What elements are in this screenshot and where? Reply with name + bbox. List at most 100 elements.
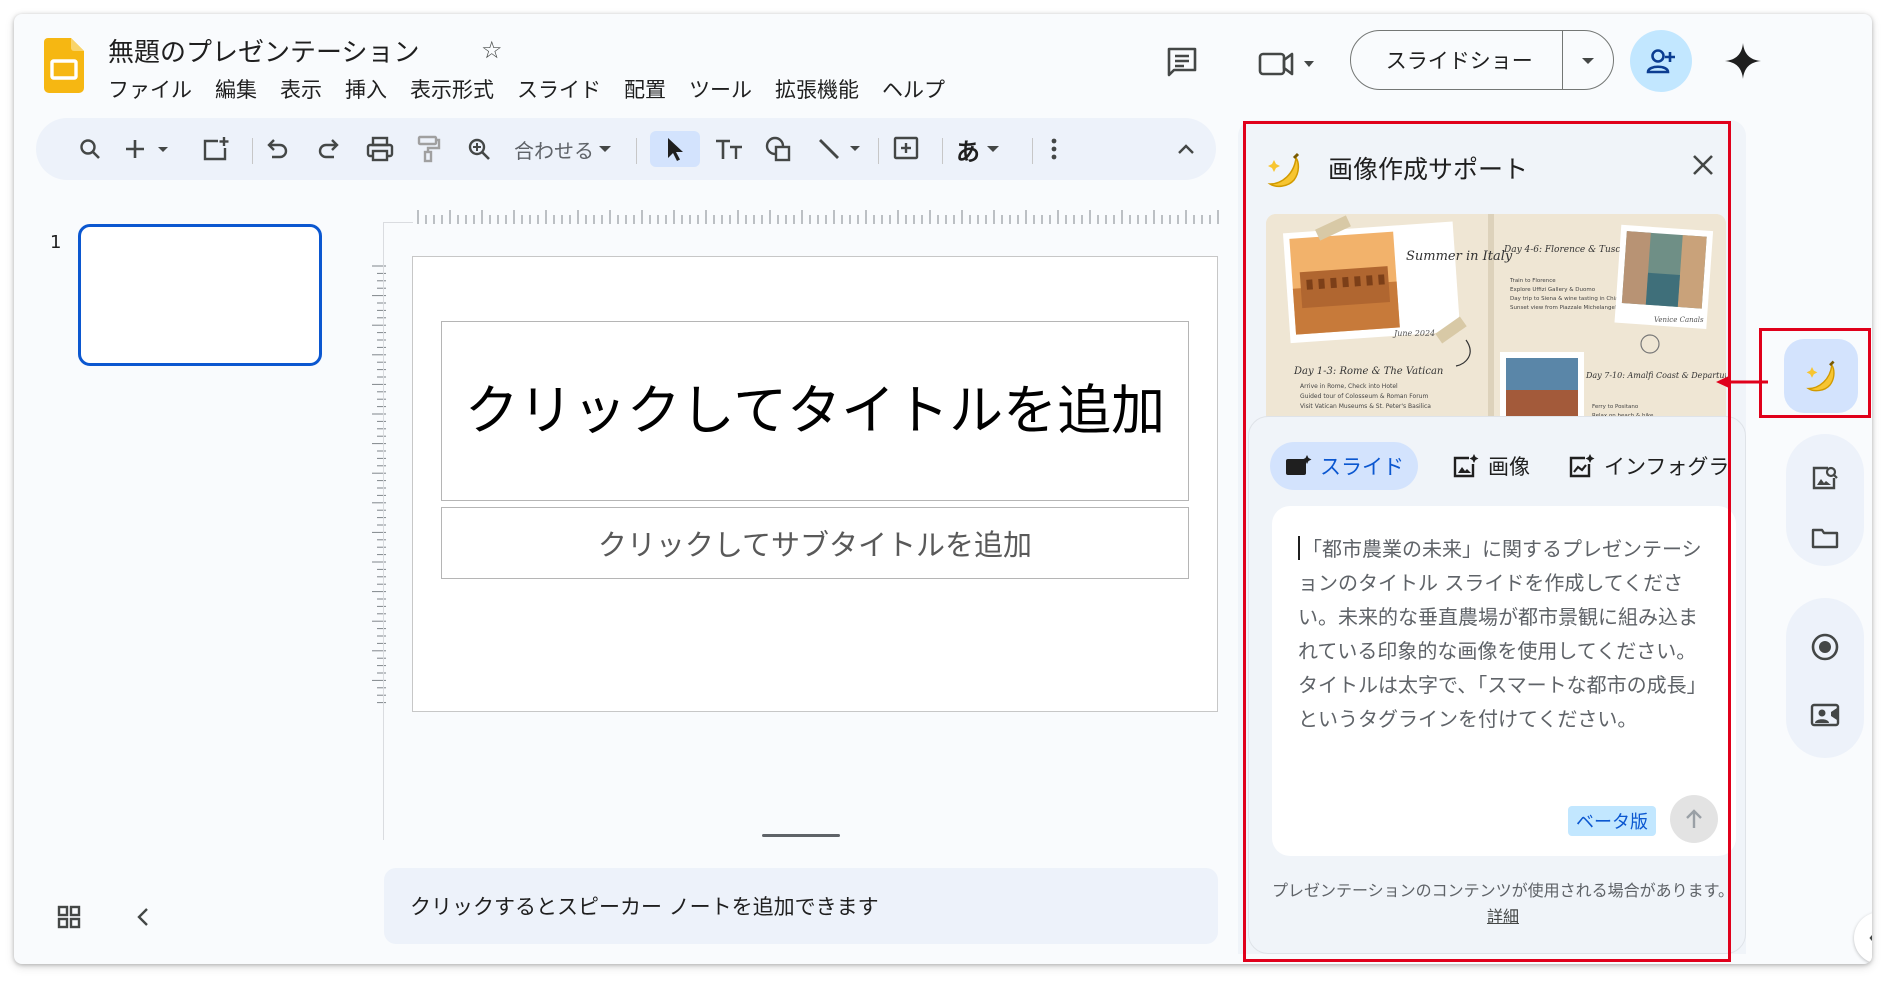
menu-extensions[interactable]: 拡張機能 — [775, 74, 859, 104]
panel-title: 画像作成サポート — [1328, 155, 1529, 184]
slideshow-label: スライドショー — [1385, 49, 1533, 73]
redo-icon[interactable] — [316, 135, 342, 163]
folder-icon[interactable] — [1811, 526, 1839, 550]
preview-day4-item: Day trip to Siena & wine tasting in Chia… — [1510, 296, 1626, 302]
chevron-left-icon — [1869, 934, 1872, 942]
details-link[interactable]: 詳細 — [1487, 907, 1519, 926]
example-preview-image: Summer in Italy June 2024 Day 1-3: Rome … — [1266, 214, 1726, 424]
prompt-text[interactable]: 「都市農業の未来」に関するプレゼンテーションのタイトル スライドを作成してくださ… — [1298, 532, 1710, 736]
share-button[interactable] — [1630, 30, 1692, 92]
subtitle-placeholder[interactable]: クリックしてサブタイトルを追加 — [441, 507, 1189, 579]
slide-number: 1 — [50, 232, 62, 253]
preview-heading: Summer in Italy — [1406, 249, 1513, 264]
line-icon[interactable] — [816, 135, 866, 163]
font-menu[interactable]: あ — [956, 135, 1000, 166]
preview-day7-item: Ferry to Positano — [1592, 404, 1639, 410]
undo-icon[interactable] — [264, 135, 290, 163]
star-icon[interactable]: ☆ — [481, 36, 503, 64]
chevron-down-icon[interactable] — [1563, 51, 1613, 70]
disclaimer-body: プレゼンテーションのコンテンツが使用される場合があります。 — [1271, 881, 1735, 900]
menu-bar: ファイル 編集 表示 挿入 表示形式 スライド 配置 ツール 拡張機能 ヘルプ — [108, 74, 968, 104]
tab-slide-label: スライド — [1320, 455, 1404, 479]
horizontal-ruler — [417, 210, 1219, 224]
preview-day4: Day 4-6: Florence & Tuscany — [1503, 245, 1638, 255]
font-label: あ — [956, 137, 980, 166]
preview-day1-item: Guided tour of Colosseum & Roman Forum — [1300, 393, 1428, 400]
preview-day7: Day 7-10: Amalfi Coast & Departure — [1585, 371, 1726, 380]
gemini-icon[interactable] — [1724, 42, 1762, 80]
canvas-border-top — [383, 222, 413, 223]
preview-day4-item: Explore Uffizi Gallery & Duomo — [1510, 287, 1596, 293]
document-title[interactable]: 無題のプレゼンテーション — [108, 32, 419, 69]
preview-venice-caption: Venice Canals — [1654, 316, 1704, 324]
prompt-text-content: 「都市農業の未来」に関するプレゼンテーションのタイトル スライドを作成してくださ… — [1298, 537, 1707, 731]
add-icon[interactable] — [126, 135, 172, 163]
paint-format-icon[interactable] — [416, 135, 442, 163]
menu-format[interactable]: 表示形式 — [410, 74, 494, 104]
rail-highlight-annotation — [1759, 328, 1871, 418]
preview-day1-item: Arrive in Rome, Check into Hotel — [1300, 383, 1398, 390]
speaker-notes[interactable]: クリックするとスピーカー ノートを追加できます — [384, 868, 1218, 944]
preview-day4-item: Sunset view from Piazzale Michelangelo — [1510, 305, 1620, 311]
tab-image[interactable]: 画像 — [1438, 442, 1544, 490]
menu-arrange[interactable]: 配置 — [624, 74, 666, 104]
tab-infographic-label: インフォグラ — [1604, 455, 1730, 479]
text-box-icon[interactable] — [714, 135, 744, 163]
preview-day1: Day 1-3: Rome & The Vatican — [1293, 366, 1443, 377]
print-icon[interactable] — [366, 135, 394, 163]
image-icon — [1453, 454, 1479, 478]
toolbar: 合わせる あ — [36, 118, 1216, 180]
close-icon[interactable] — [1692, 154, 1714, 176]
canvas-border — [383, 222, 384, 840]
arrow-up-icon — [1686, 809, 1702, 828]
disclaimer-text: プレゼンテーションのコンテンツが使用される場合があります。 詳細 — [1266, 878, 1740, 930]
menu-edit[interactable]: 編集 — [215, 74, 257, 104]
slide-thumbnail[interactable] — [78, 224, 322, 366]
image-search-icon[interactable] — [1811, 464, 1839, 492]
comment-add-icon[interactable] — [892, 135, 920, 163]
side-panel-toggle[interactable] — [1854, 912, 1872, 964]
select-icon[interactable] — [662, 135, 688, 163]
search-icon[interactable] — [78, 135, 102, 163]
preview-date: June 2024 — [1392, 329, 1435, 338]
zoom-label: 合わせる — [514, 138, 594, 163]
menu-file[interactable]: ファイル — [108, 74, 192, 104]
slide-icon — [1286, 455, 1312, 475]
shape-icon[interactable] — [764, 135, 794, 163]
comment-history-icon[interactable] — [1166, 46, 1198, 78]
person-add-icon — [1646, 49, 1675, 74]
slides-logo-icon[interactable] — [44, 38, 84, 93]
notes-resize-handle[interactable] — [762, 834, 840, 837]
video-call-icon[interactable] — [1258, 48, 1318, 78]
text-cursor — [1298, 536, 1300, 560]
tab-image-label: 画像 — [1488, 455, 1530, 479]
record-icon[interactable] — [1810, 632, 1840, 662]
menu-tools[interactable]: ツール — [689, 74, 752, 104]
camera-icon[interactable] — [1810, 702, 1840, 728]
chevron-left-icon[interactable] — [136, 906, 150, 928]
more-icon[interactable] — [1050, 135, 1058, 163]
title-placeholder[interactable]: クリックしてタイトルを追加 — [441, 321, 1189, 501]
rail-group-record — [1786, 598, 1864, 758]
travel-collage-illustration: Summer in Italy June 2024 Day 1-3: Rome … — [1266, 214, 1726, 424]
menu-slide[interactable]: スライド — [517, 74, 601, 104]
tab-slide[interactable]: スライド — [1270, 442, 1418, 490]
preview-day1-item: Visit Vatican Museums & St. Peter's Basi… — [1300, 403, 1431, 410]
menu-help[interactable]: ヘルプ — [882, 74, 945, 104]
rail-group-media — [1786, 434, 1864, 566]
banana-icon — [1267, 152, 1300, 188]
slideshow-button[interactable]: スライドショー — [1350, 30, 1614, 90]
zoom-icon[interactable] — [466, 135, 492, 163]
beta-badge: ベータ版 — [1568, 806, 1656, 836]
tab-infographic[interactable]: インフォグラ — [1554, 442, 1743, 490]
menu-insert[interactable]: 挿入 — [345, 74, 387, 104]
menu-view[interactable]: 表示 — [280, 74, 322, 104]
collapse-icon[interactable] — [1176, 135, 1196, 163]
grid-view-icon[interactable] — [56, 904, 82, 930]
app-window: 無題のプレゼンテーション ☆ ファイル 編集 表示 挿入 表示形式 スライド 配… — [14, 14, 1872, 964]
slide-canvas[interactable]: クリックしてタイトルを追加 クリックしてサブタイトルを追加 — [412, 256, 1218, 712]
infographic-icon — [1569, 454, 1595, 478]
zoom-dropdown[interactable]: 合わせる — [514, 135, 612, 163]
send-button[interactable] — [1670, 795, 1718, 843]
new-slide-icon[interactable] — [202, 135, 230, 163]
